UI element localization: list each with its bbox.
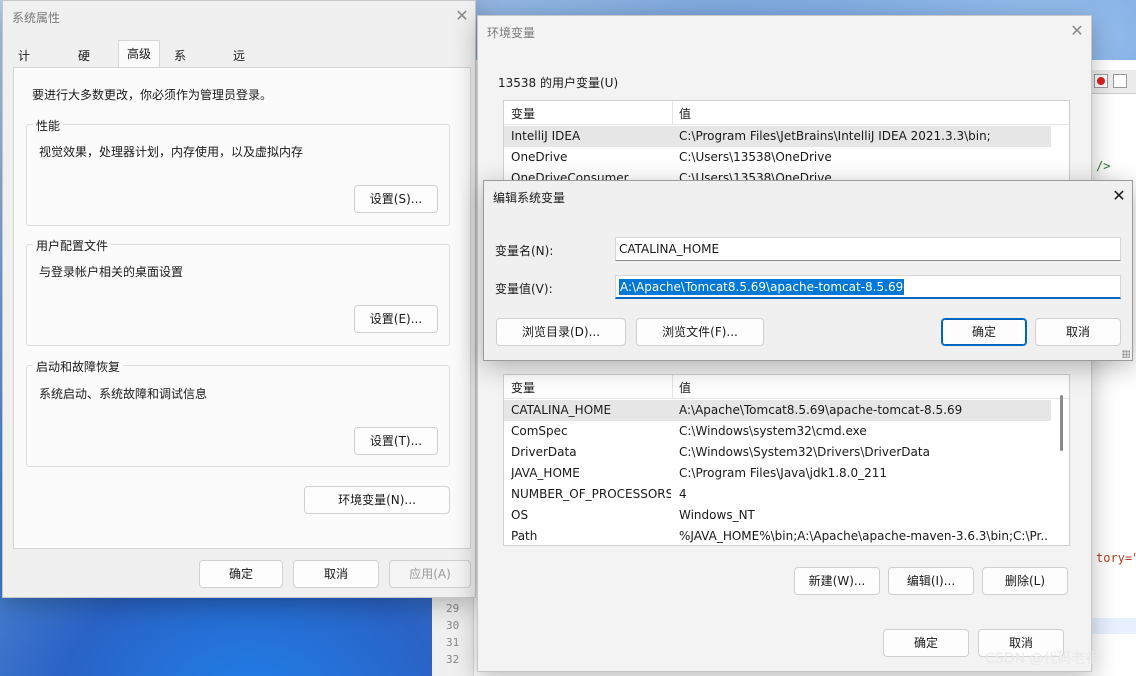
startup-recovery-desc: 系统启动、系统故障和调试信息 (39, 387, 208, 401)
browse-file-button[interactable]: 浏览文件(F)... (636, 318, 764, 346)
group-title: 性能 (33, 117, 64, 134)
table-row[interactable]: OS Windows_NT (504, 505, 1051, 526)
column-header-variable[interactable]: 变量 (511, 379, 535, 396)
system-variables-table: 变量 值 CATALINA_HOME A:\Apache\Tomcat8.5.6… (503, 374, 1070, 546)
ok-button[interactable]: 确定 (199, 560, 283, 588)
background-current-line (1092, 618, 1136, 634)
variable-value: C:\Program Files\Java\jdk1.8.0_211 (679, 466, 888, 480)
variable-value: C:\Users\13538\OneDrive (679, 150, 832, 164)
variable-value-field[interactable]: A:\Apache\Tomcat8.5.69\apache-tomcat-8.5… (615, 275, 1121, 299)
performance-desc: 视觉效果，处理器计划，内存使用，以及虚拟内存 (39, 145, 304, 159)
column-divider (672, 375, 673, 399)
tab-remote[interactable]: 远程 (228, 45, 250, 85)
window-title: 系统属性 (12, 11, 61, 25)
edit-variable-button[interactable]: 编辑(I)... (888, 567, 974, 595)
variable-name: Path (511, 529, 538, 543)
variable-value-label: 变量值(V): (495, 282, 553, 296)
table-row[interactable]: DriverData C:\Windows\System32\Drivers\D… (504, 442, 1051, 463)
ok-button[interactable]: 确定 (941, 318, 1027, 346)
variable-name: IntelliJ IDEA (511, 129, 581, 143)
variable-name: ComSpec (511, 424, 568, 438)
table-row[interactable]: CATALINA_HOME A:\Apache\Tomcat8.5.69\apa… (504, 400, 1051, 421)
variable-name: CATALINA_HOME (511, 403, 612, 417)
line-number: 29 (446, 602, 460, 615)
cancel-button[interactable]: 取消 (293, 560, 379, 588)
resize-grip-icon[interactable] (1122, 350, 1130, 358)
tab-system-protection[interactable]: 系统保护 (169, 45, 191, 129)
system-properties-titlebar[interactable]: 系统属性 ✕ (3, 1, 475, 31)
line-number: 30 (446, 619, 460, 632)
user-variables-section-title: 13538 的用户变量(U) (498, 76, 619, 90)
column-header-value[interactable]: 值 (679, 105, 691, 122)
group-title: 启动和故障恢复 (33, 358, 124, 375)
background-record-icon (1094, 74, 1108, 88)
user-variables-table: 变量 值 IntelliJ IDEA C:\Program Files\JetB… (503, 100, 1070, 186)
background-square-icon (1113, 74, 1127, 88)
tab-hardware[interactable]: 硬件 (73, 45, 95, 85)
admin-note: 要进行大多数更改，你必须作为管理员登录。 (32, 88, 273, 102)
variable-value: C:\Windows\System32\Drivers\DriverData (679, 445, 930, 459)
close-icon[interactable]: ✕ (1104, 185, 1134, 207)
group-title: 用户配置文件 (33, 237, 112, 254)
column-divider (672, 101, 673, 125)
variable-name: OS (511, 508, 529, 522)
variable-value: C:\Program Files\JetBrains\IntelliJ IDEA… (679, 129, 991, 143)
edit-system-variable-dialog: 编辑系统变量 ✕ 变量名(N): CATALINA_HOME 变量值(V): A… (483, 180, 1133, 361)
user-profiles-settings-button[interactable]: 设置(E)... (354, 305, 438, 333)
table-row[interactable]: JAVA_HOME C:\Program Files\Java\jdk1.8.0… (504, 463, 1051, 484)
table-row[interactable]: Path %JAVA_HOME%\bin;A:\Apache\apache-ma… (504, 526, 1051, 545)
variable-value: C:\Windows\system32\cmd.exe (679, 424, 867, 438)
window-title: 编辑系统变量 (493, 191, 566, 205)
browse-directory-button[interactable]: 浏览目录(D)... (496, 318, 626, 346)
line-number: 31 (446, 636, 460, 649)
performance-settings-button[interactable]: 设置(S)... (354, 185, 438, 213)
variable-value: %JAVA_HOME%\bin;A:\Apache\apache-maven-3… (679, 529, 1049, 543)
selected-value-text: A:\Apache\Tomcat8.5.69\apache-tomcat-8.5… (619, 279, 905, 295)
variable-name-field[interactable]: CATALINA_HOME (615, 237, 1121, 261)
system-properties-window: 系统属性 ✕ 计算机名 硬件 系统保护 系统保护 远程 要进行大多数更改，你必须… (2, 0, 476, 598)
watermark: CSDN @代码老祖 (985, 651, 1100, 667)
variable-value: Windows_NT (679, 508, 755, 522)
close-icon[interactable]: ✕ (1062, 20, 1092, 42)
startup-recovery-group: 启动和故障恢复 系统启动、系统故障和调试信息 设置(T)... (26, 358, 450, 467)
line-number: 32 (446, 653, 460, 666)
close-icon[interactable]: ✕ (447, 5, 477, 27)
startup-recovery-settings-button[interactable]: 设置(T)... (354, 427, 438, 455)
column-header-value[interactable]: 值 (679, 379, 691, 396)
user-profiles-desc: 与登录帐户相关的桌面设置 (39, 265, 184, 279)
tab-computer-name[interactable]: 计算机名 (13, 45, 35, 129)
ok-button[interactable]: 确定 (883, 629, 969, 657)
new-variable-button[interactable]: 新建(W)... (794, 567, 880, 595)
variable-name: JAVA_HOME (511, 466, 580, 480)
table-row[interactable]: ComSpec C:\Windows\system32\cmd.exe (504, 421, 1051, 442)
advanced-tab-panel: 要进行大多数更改，你必须作为管理员登录。 性能 视觉效果，处理器计划，内存使用，… (13, 67, 471, 549)
column-header-variable[interactable]: 变量 (511, 105, 535, 122)
tab-advanced[interactable]: 高级 (118, 40, 161, 67)
user-profiles-group: 用户配置文件 与登录帐户相关的桌面设置 设置(E)... (26, 237, 450, 346)
table-row[interactable]: NUMBER_OF_PROCESSORS 4 (504, 484, 1051, 505)
table-row[interactable]: OneDrive C:\Users\13538\OneDrive (504, 147, 1051, 168)
apply-button[interactable]: 应用(A) (389, 560, 471, 588)
background-code-snippet: tory=" (1096, 551, 1136, 565)
variable-name: NUMBER_OF_PROCESSORS (511, 487, 671, 501)
cancel-button[interactable]: 取消 (1035, 318, 1121, 346)
table-row[interactable]: IntelliJ IDEA C:\Program Files\JetBrains… (504, 126, 1051, 147)
performance-group: 性能 视觉效果，处理器计划，内存使用，以及虚拟内存 设置(S)... (26, 117, 450, 226)
variable-value: 4 (679, 487, 687, 501)
table-header: 变量 值 (504, 101, 1069, 125)
delete-variable-button[interactable]: 删除(L) (982, 567, 1068, 595)
table-header: 变量 值 (504, 375, 1069, 399)
environment-variables-titlebar[interactable]: 环境变量 ✕ (478, 16, 1091, 46)
background-code-snippet-2: /> (1096, 159, 1111, 173)
environment-variables-button[interactable]: 环境变量(N)... (304, 486, 450, 514)
variable-value: A:\Apache\Tomcat8.5.69\apache-tomcat-8.5… (679, 403, 963, 417)
variable-name-label: 变量名(N): (495, 244, 554, 258)
window-title: 环境变量 (487, 26, 536, 40)
edit-dialog-titlebar[interactable]: 编辑系统变量 ✕ (484, 181, 1132, 211)
vertical-scrollbar-thumb[interactable] (1060, 395, 1063, 451)
variable-name: OneDrive (511, 150, 568, 164)
variable-name: DriverData (511, 445, 577, 459)
